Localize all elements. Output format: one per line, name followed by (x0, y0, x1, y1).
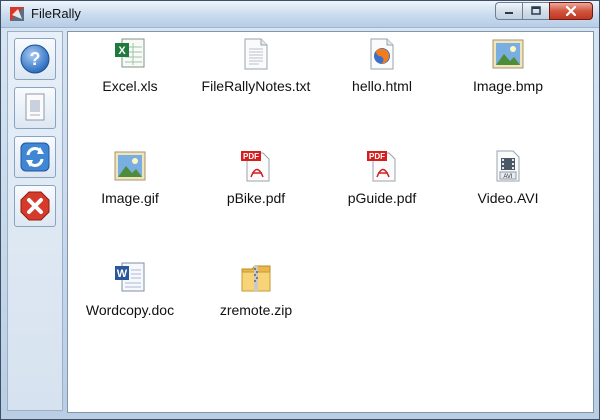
close-window-button[interactable] (549, 2, 593, 20)
video-file-icon: AVI (496, 150, 520, 182)
file-name: Excel.xls (102, 78, 158, 94)
text-file-icon (244, 38, 268, 70)
pdf-file-icon: PDF (241, 151, 270, 182)
title-bar[interactable]: FileRally (1, 1, 599, 28)
zip-folder-icon (241, 265, 271, 292)
svg-text:?: ? (30, 49, 41, 69)
filerally-logo-icon (10, 7, 24, 21)
preview-button[interactable] (14, 87, 56, 129)
svg-text:W: W (117, 268, 128, 280)
file-item-hello-html[interactable]: hello.html (312, 36, 452, 100)
image-file-icon (492, 39, 524, 69)
close-icon (565, 5, 577, 17)
file-name: Image.gif (101, 190, 159, 206)
file-item-excel-xls[interactable]: X Excel.xls (60, 36, 200, 100)
file-item-video-avi[interactable]: AVI Video.AVI (438, 148, 578, 212)
file-item-image-gif[interactable]: Image.gif (60, 148, 200, 212)
file-item-image-bmp[interactable]: Image.bmp (438, 36, 578, 100)
file-list-pane: X Excel.xls FileRallyNotes.txt hello.htm… (67, 31, 594, 413)
window-controls (495, 2, 593, 22)
file-item-wordcopy-doc[interactable]: W Wordcopy.doc (60, 260, 200, 324)
minimize-button[interactable] (495, 2, 522, 20)
minimize-icon (505, 12, 513, 14)
tool-sidebar: ? (7, 31, 63, 411)
svg-text:AVI: AVI (503, 174, 513, 180)
maximize-button[interactable] (522, 2, 549, 20)
help-button[interactable]: ? (14, 38, 56, 80)
file-item-zremote-zip[interactable]: zremote.zip (186, 260, 326, 324)
file-item-pbike-pdf[interactable]: PDF pBike.pdf (186, 148, 326, 212)
delete-button[interactable] (14, 185, 56, 227)
file-item-pguide-pdf[interactable]: PDF pGuide.pdf (312, 148, 452, 212)
file-name: pGuide.pdf (347, 190, 417, 206)
file-name: pBike.pdf (226, 190, 286, 206)
document-preview-icon (25, 93, 45, 121)
file-name: zremote.zip (219, 302, 293, 318)
refresh-button[interactable] (14, 136, 56, 178)
filerally-window: FileRally ? X Excel.xls FileRallyNotes.t… (0, 0, 600, 420)
close-x-icon (20, 191, 50, 221)
maximize-icon (531, 6, 541, 15)
file-name: Image.bmp (472, 78, 544, 94)
word-file-icon: W (115, 262, 145, 292)
window-title: FileRally (31, 6, 81, 21)
refresh-icon (20, 142, 50, 172)
svg-text:PDF: PDF (369, 152, 385, 161)
html-file-icon (370, 38, 394, 70)
svg-text:PDF: PDF (243, 152, 259, 161)
file-name: Video.AVI (477, 190, 539, 206)
file-name: Wordcopy.doc (85, 302, 175, 318)
svg-text:X: X (118, 45, 126, 57)
pdf-file-icon: PDF (367, 151, 396, 182)
help-icon: ? (20, 44, 50, 74)
file-name: hello.html (352, 78, 412, 94)
file-name: FileRallyNotes.txt (201, 78, 311, 94)
image-file-icon (114, 151, 146, 181)
excel-file-icon: X (115, 38, 145, 68)
file-item-filerallynotes-txt[interactable]: FileRallyNotes.txt (186, 36, 326, 100)
